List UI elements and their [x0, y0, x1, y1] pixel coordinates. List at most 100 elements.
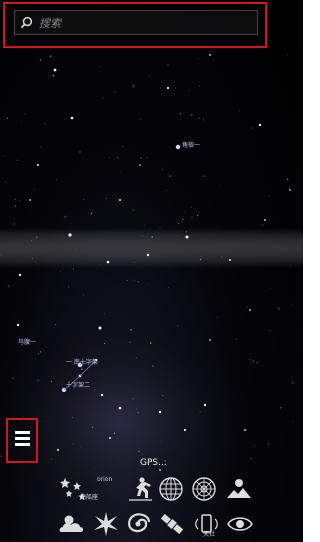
- faint-star: [269, 330, 271, 331]
- gps-status: GPS...: [140, 458, 167, 468]
- faint-star: [169, 175, 171, 177]
- faint-star: [72, 268, 75, 270]
- deep-sky-button[interactable]: [92, 511, 120, 537]
- ground-landscape-button[interactable]: [225, 476, 253, 502]
- star[interactable]: [68, 233, 72, 237]
- search-input[interactable]: [39, 14, 249, 32]
- faint-star: [37, 352, 40, 355]
- sky-view[interactable]: 角宿一 马腹一 一 南十字架 十字架二 GPS... orion 南船座: [0, 0, 303, 542]
- star[interactable]: [185, 235, 189, 239]
- faint-star: [149, 75, 151, 77]
- night-mode-button[interactable]: [226, 511, 254, 537]
- faint-star: [18, 200, 20, 202]
- star[interactable]: [146, 253, 150, 257]
- faint-star: [177, 235, 178, 237]
- equatorial-grid-icon: [192, 477, 216, 501]
- constellation-art-label: orion: [97, 476, 113, 483]
- landscape-person-button[interactable]: [126, 476, 154, 502]
- star[interactable]: [258, 123, 262, 127]
- faint-star: [203, 119, 205, 121]
- star[interactable]: [16, 323, 20, 327]
- faint-star: [167, 64, 169, 66]
- faint-star: [13, 223, 16, 225]
- star[interactable]: [109, 437, 111, 439]
- faint-star: [159, 227, 161, 229]
- star[interactable]: [118, 406, 122, 410]
- star[interactable]: [100, 393, 104, 397]
- faint-star: [3, 155, 5, 156]
- faint-star: [185, 231, 187, 233]
- faint-star: [52, 74, 55, 77]
- faint-star: [55, 324, 57, 326]
- star[interactable]: [53, 68, 57, 72]
- faint-star: [144, 224, 146, 226]
- star[interactable]: [29, 199, 31, 201]
- faint-star: [138, 450, 140, 453]
- faint-star: [83, 199, 85, 201]
- faint-star: [165, 190, 167, 191]
- search-icon[interactable]: [20, 16, 33, 29]
- star[interactable]: [166, 86, 170, 90]
- faint-star: [60, 270, 62, 272]
- star[interactable]: [249, 309, 251, 311]
- star[interactable]: [70, 116, 74, 120]
- faint-star: [168, 287, 169, 288]
- faint-star: [190, 114, 193, 116]
- faint-star: [198, 85, 200, 87]
- faint-star: [148, 284, 149, 286]
- star[interactable]: [98, 326, 102, 330]
- equatorial-grid-button[interactable]: [190, 476, 218, 502]
- faint-star: [130, 329, 132, 331]
- faint-star: [133, 279, 135, 281]
- faint-star: [250, 457, 252, 460]
- faint-star: [104, 313, 105, 314]
- star[interactable]: [119, 199, 121, 201]
- faint-star: [290, 265, 292, 267]
- faint-star: [21, 120, 22, 122]
- star[interactable]: [139, 164, 141, 166]
- star[interactable]: [244, 429, 246, 431]
- deep-sky-object-icon: [94, 512, 118, 536]
- atmosphere-button[interactable]: [58, 511, 86, 537]
- azimuthal-grid-button[interactable]: [157, 476, 185, 502]
- star-label-mafu[interactable]: 马腹一: [18, 337, 36, 346]
- star[interactable]: [159, 469, 161, 471]
- search-bar[interactable]: [14, 10, 258, 35]
- faint-star: [290, 304, 292, 306]
- star[interactable]: [264, 219, 266, 221]
- atmosphere-cloud-icon: [59, 515, 84, 532]
- star[interactable]: [18, 273, 22, 277]
- faint-star: [199, 411, 201, 412]
- star[interactable]: [289, 189, 291, 191]
- faint-star: [8, 285, 10, 287]
- star[interactable]: [183, 428, 187, 432]
- star[interactable]: [175, 144, 181, 150]
- ground-landscape-icon: [227, 479, 251, 498]
- star-label-nanmenzi[interactable]: 一 南十字架: [66, 357, 98, 366]
- faint-star: [6, 117, 9, 119]
- faint-star: [35, 236, 38, 238]
- faint-star: [51, 458, 53, 460]
- satellite-button[interactable]: [158, 511, 186, 537]
- hamburger-menu-icon[interactable]: [15, 431, 30, 449]
- person-landscape-icon: [129, 477, 152, 501]
- galaxy-button[interactable]: [124, 511, 152, 537]
- star[interactable]: [57, 449, 59, 451]
- star[interactable]: [106, 260, 110, 264]
- faint-star: [137, 412, 139, 414]
- star[interactable]: [203, 403, 207, 407]
- star[interactable]: [229, 259, 231, 261]
- star-label-shizijia[interactable]: 十字架二: [66, 380, 90, 389]
- faint-star: [188, 89, 190, 91]
- faint-star: [291, 381, 294, 384]
- star[interactable]: [209, 339, 211, 341]
- faint-star: [12, 377, 14, 379]
- star[interactable]: [209, 54, 211, 56]
- faint-star: [39, 59, 42, 61]
- faint-star: [286, 178, 289, 181]
- faint-star: [236, 338, 237, 340]
- star[interactable]: [158, 410, 162, 414]
- star-label-jiaoxiu[interactable]: 角宿一: [182, 140, 200, 149]
- faint-star: [76, 249, 78, 250]
- star[interactable]: [37, 164, 39, 166]
